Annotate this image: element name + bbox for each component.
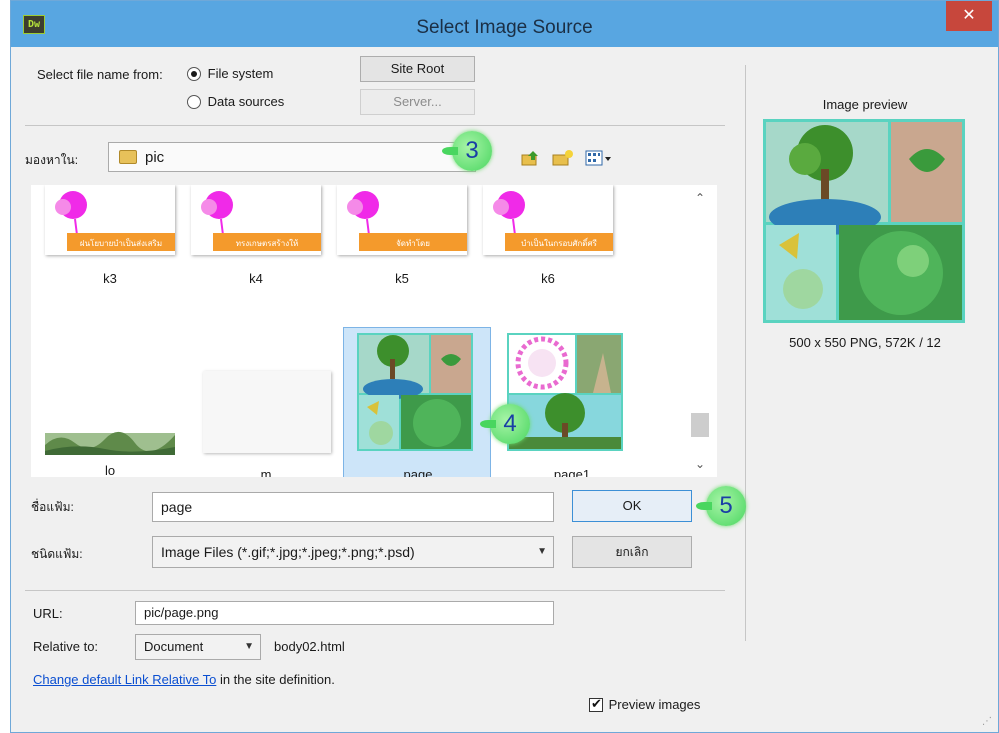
- radio-file-system-label: File system: [207, 66, 274, 82]
- annotation-step-4: 4: [480, 404, 530, 444]
- chevron-down-icon: ▼: [537, 546, 547, 557]
- scroll-up-arrow-icon[interactable]: ⌃: [691, 191, 709, 205]
- close-button[interactable]: ✕: [946, 1, 992, 31]
- filetype-value: Image Files (*.gif;*.jpg;*.jpeg;*.png;*.…: [161, 544, 415, 560]
- file-name-page1: page1: [553, 467, 591, 477]
- filename-input[interactable]: page: [152, 492, 554, 522]
- resize-grip-icon[interactable]: ⋰: [982, 716, 994, 728]
- file-thumb-k6[interactable]: บำเป็นในกรอบศักดิ์ศรี: [483, 185, 613, 255]
- lookin-folder-combo[interactable]: pic: [108, 142, 476, 172]
- ok-button[interactable]: OK: [572, 490, 692, 522]
- scroll-down-arrow-icon[interactable]: ⌄: [691, 457, 709, 471]
- thumb-k4-caption: ทรงเกษตรสร้างให้: [235, 239, 299, 248]
- image-preview-box: [763, 119, 965, 323]
- filename-label: ชื่อแฟ้ม:: [31, 500, 74, 514]
- file-thumb-k3[interactable]: ฝนโยบายบำเป็นส่งเสริม: [45, 185, 175, 255]
- relative-label: Relative to:: [33, 639, 99, 654]
- file-browser-list[interactable]: ฝนโยบายบำเป็นส่งเสริม k3 ทรงเกษตรสร้างให…: [31, 185, 717, 477]
- divider-top: [25, 125, 725, 126]
- file-name-k5: k5: [395, 271, 409, 286]
- file-name-page: page: [403, 467, 433, 477]
- thumb-lo-image: [45, 431, 175, 455]
- file-name-m: m: [260, 467, 272, 477]
- folder-icon: [119, 150, 137, 164]
- file-name-k6: k6: [541, 271, 555, 286]
- thumb-page-image: [357, 333, 473, 451]
- radio-data-sources[interactable]: Data sources: [187, 93, 284, 109]
- divider-middle: [25, 590, 725, 591]
- scroll-thumb[interactable]: [691, 413, 709, 437]
- link-suffix-text: in the site definition.: [219, 672, 335, 687]
- thumb-k6-caption: บำเป็นในกรอบศักดิ์ศรี: [521, 239, 597, 248]
- file-thumb-k4[interactable]: ทรงเกษตรสร้างให้: [191, 185, 321, 255]
- cancel-button[interactable]: ยกเลิก: [572, 536, 692, 568]
- file-thumb-m[interactable]: [203, 371, 331, 453]
- annotation-step-3: 3: [442, 131, 492, 171]
- file-name-lo: lo: [104, 463, 116, 477]
- annotation-step-5: 5: [696, 486, 746, 526]
- link-row: Change default Link Relative To in the s…: [33, 672, 335, 687]
- new-folder-icon[interactable]: [552, 149, 574, 167]
- preview-images-toggle[interactable]: Preview images: [589, 696, 700, 712]
- lookin-label: มองหาใน:: [25, 153, 79, 167]
- file-thumb-k5[interactable]: จัดทำโดย: [337, 185, 467, 255]
- url-input[interactable]: pic/page.png: [135, 601, 554, 625]
- radio-data-sources-label: Data sources: [207, 94, 285, 110]
- image-preview-picture: [763, 119, 965, 323]
- window-title: Select Image Source: [416, 17, 593, 38]
- up-folder-icon[interactable]: [521, 149, 541, 167]
- view-menu-icon[interactable]: [585, 149, 615, 167]
- thumb-k3-caption: ฝนโยบายบำเป็นส่งเสริม: [79, 239, 163, 248]
- divider-vertical: [745, 65, 746, 641]
- title-bar: Dw Select Image Source ✕: [11, 1, 998, 47]
- file-name-k4: k4: [249, 271, 263, 286]
- relative-file-name: body02.html: [274, 639, 345, 654]
- relative-chevron-down-icon: ▼: [244, 641, 254, 652]
- dialog-window: Dw Select Image Source ✕ Select file nam…: [10, 0, 999, 733]
- preview-images-label: Preview images: [608, 697, 701, 713]
- image-preview-title: Image preview: [822, 97, 908, 112]
- image-preview-info: 500 x 550 PNG, 572K / 12: [789, 335, 941, 350]
- file-list-scrollbar[interactable]: ⌃ ⌄: [683, 185, 717, 477]
- site-root-button[interactable]: Site Root: [360, 56, 475, 82]
- lookin-folder-name: pic: [145, 149, 165, 166]
- preview-images-checkbox[interactable]: [589, 696, 603, 712]
- url-label: URL:: [33, 606, 63, 621]
- radio-file-system[interactable]: File system: [187, 65, 273, 81]
- change-default-link-relative-link[interactable]: Change default Link Relative To: [33, 672, 216, 687]
- filetype-label: ชนิดแฟ้ม:: [31, 547, 83, 561]
- filetype-select[interactable]: Image Files (*.gif;*.jpg;*.jpeg;*.png;*.…: [152, 536, 554, 568]
- relative-value: Document: [144, 639, 204, 654]
- file-thumb-page[interactable]: [357, 333, 473, 451]
- server-button[interactable]: Server...: [360, 89, 475, 115]
- radio-file-system-indicator[interactable]: [187, 66, 201, 81]
- source-label: Select file name from:: [37, 67, 163, 82]
- file-name-k3: k3: [103, 271, 117, 286]
- radio-data-sources-indicator[interactable]: [187, 94, 201, 109]
- relative-select[interactable]: Document ▼: [135, 634, 261, 660]
- thumb-k5-caption: จัดทำโดย: [396, 239, 430, 248]
- file-thumb-lo[interactable]: [45, 425, 175, 455]
